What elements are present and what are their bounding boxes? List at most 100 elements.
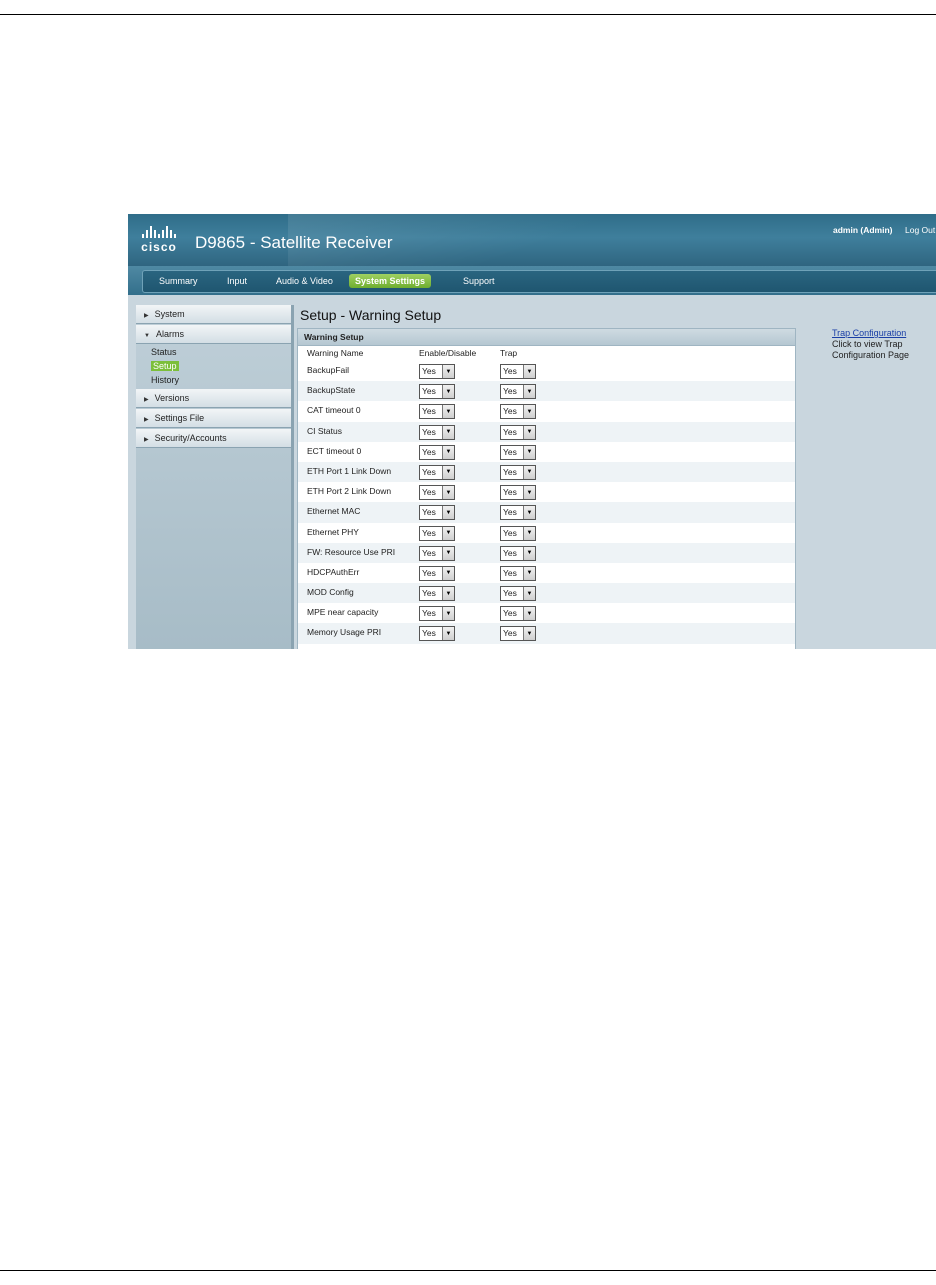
trap-select[interactable]: Yes ▼ (500, 586, 536, 602)
trap-configuration-link[interactable]: Trap Configuration (832, 328, 906, 338)
warning-name: BackupState (307, 385, 356, 396)
sidebar-item-system[interactable]: ▶ System (136, 305, 291, 324)
enable-value: Yes (422, 628, 436, 639)
enable-select[interactable]: Yes ▼ (419, 606, 455, 622)
trap-select[interactable]: Yes ▼ (500, 384, 536, 400)
trap-value: Yes (503, 487, 517, 498)
enable-select[interactable]: Yes ▼ (419, 424, 455, 440)
enable-select[interactable]: Yes ▼ (419, 444, 455, 460)
table-row: MOD Config Yes ▼ Yes ▼ (298, 583, 795, 604)
trap-select[interactable]: Yes ▼ (500, 404, 536, 420)
sidebar-item-versions[interactable]: ▶ Versions (136, 389, 291, 408)
enable-select[interactable]: Yes ▼ (419, 384, 455, 400)
sidebar-item-settings-file[interactable]: ▶ Settings File (136, 409, 291, 428)
trap-select[interactable]: Yes ▼ (500, 424, 536, 440)
trap-select[interactable]: Yes ▼ (500, 364, 536, 379)
trap-select[interactable]: Yes ▼ (500, 444, 536, 460)
app-header: cisco D9865 - Satellite Receiver admin (… (128, 214, 936, 266)
trap-value: Yes (503, 507, 517, 518)
trap-select[interactable]: Yes ▼ (500, 525, 536, 541)
logout-link[interactable]: Log Out (905, 225, 935, 235)
tab-system-settings[interactable]: System Settings (349, 274, 432, 288)
trap-value: Yes (503, 527, 517, 538)
enable-value: Yes (422, 366, 436, 376)
enable-select[interactable]: Yes ▼ (419, 545, 455, 561)
sidebar-item-security-accounts[interactable]: ▶ Security/Accounts (136, 429, 291, 448)
enable-select[interactable]: Yes ▼ (419, 525, 455, 541)
enable-select[interactable]: Yes ▼ (419, 464, 455, 480)
chevron-right-icon: ▶ (144, 313, 149, 319)
sidebar-subitem-setup[interactable]: Setup (136, 359, 291, 373)
table-header: Warning Name Enable/Disable Trap (298, 346, 795, 361)
chevron-down-icon: ▼ (523, 506, 535, 520)
chevron-down-icon: ▼ (523, 546, 535, 560)
chevron-down-icon: ▼ (442, 486, 454, 500)
warning-name: MOD Config (307, 587, 354, 598)
table-row: Ethernet PHY Yes ▼ Yes ▼ (298, 523, 795, 543)
chevron-down-icon: ▼ (442, 405, 454, 419)
enable-select[interactable]: Yes ▼ (419, 565, 455, 581)
trap-value: Yes (503, 366, 517, 376)
chevron-down-icon: ▼ (442, 627, 454, 641)
enable-select[interactable]: Yes ▼ (419, 485, 455, 501)
table-row: FW: Resource Use PRI Yes ▼ Yes ▼ (298, 542, 795, 563)
chevron-down-icon: ▼ (442, 425, 454, 439)
table-row: ECT timeout 0 Yes ▼ Yes ▼ (298, 442, 795, 462)
column-header-warning-name: Warning Name (307, 348, 364, 358)
column-header-enable-disable: Enable/Disable (419, 348, 477, 358)
enable-value: Yes (422, 466, 436, 477)
warning-name: FW: Resource Use PRI (307, 546, 396, 557)
tab-summary[interactable]: Summary (153, 274, 204, 288)
trap-select[interactable]: Yes ▼ (500, 505, 536, 521)
trap-value: Yes (503, 628, 517, 639)
enable-select[interactable]: Yes ▼ (419, 505, 455, 521)
trap-value: Yes (503, 547, 517, 558)
warning-name: HDCPAuthErr (307, 566, 360, 577)
chevron-down-icon: ▼ (442, 465, 454, 479)
page-top-rule (0, 14, 936, 15)
enable-value: Yes (422, 527, 436, 538)
trap-select[interactable]: Yes ▼ (500, 626, 536, 642)
chevron-down-icon: ▼ (442, 506, 454, 520)
tab-input[interactable]: Input (221, 274, 253, 288)
trap-select[interactable]: Yes ▼ (500, 464, 536, 480)
trap-select[interactable]: Yes ▼ (500, 485, 536, 501)
chevron-down-icon: ▼ (442, 546, 454, 560)
enable-select[interactable]: Yes ▼ (419, 364, 455, 379)
sidebar-splitter[interactable] (291, 305, 294, 649)
app-title: D9865 - Satellite Receiver (195, 233, 393, 252)
screenshot-window: cisco D9865 - Satellite Receiver admin (… (128, 214, 936, 649)
trap-value: Yes (503, 608, 517, 619)
trap-select[interactable]: Yes ▼ (500, 545, 536, 561)
chevron-down-icon: ▼ (523, 587, 535, 601)
enable-value: Yes (422, 588, 436, 599)
chevron-down-icon: ▼ (442, 566, 454, 580)
trap-value: Yes (503, 588, 517, 599)
chevron-down-icon: ▼ (523, 607, 535, 621)
sidebar-subitem-status[interactable]: Status (136, 345, 291, 359)
enable-value: Yes (422, 608, 436, 619)
trap-value: Yes (503, 466, 517, 477)
sidebar-item-alarms[interactable]: ▼ Alarms (136, 325, 291, 344)
enable-value: Yes (422, 446, 436, 457)
table-row: CAT timeout 0 Yes ▼ Yes ▼ (298, 401, 795, 421)
enable-select[interactable]: Yes ▼ (419, 404, 455, 420)
table-row: CI Status Yes ▼ Yes ▼ (298, 421, 795, 442)
sidebar-subitem-history[interactable]: History (136, 373, 291, 387)
sidebar: ▶ System ▼ Alarms Status Setup History ▶ Ve… (136, 305, 291, 649)
main-nav: Summary Input Audio & Video System Setti… (142, 270, 936, 293)
warning-name: ECT timeout 0 (307, 445, 362, 456)
warning-name: CAT timeout 0 (307, 405, 361, 416)
enable-select[interactable]: Yes ▼ (419, 626, 455, 642)
warning-name: Ethernet MAC (307, 506, 361, 517)
chevron-down-icon: ▼ (523, 445, 535, 459)
trap-value: Yes (503, 446, 517, 457)
enable-select[interactable]: Yes ▼ (419, 586, 455, 602)
warning-name: CI Status (307, 425, 342, 436)
tab-audio-video[interactable]: Audio & Video (270, 274, 339, 288)
trap-select[interactable]: Yes ▼ (500, 565, 536, 581)
tab-support[interactable]: Support (457, 274, 501, 288)
chevron-down-icon: ▼ (442, 445, 454, 459)
trap-select[interactable]: Yes ▼ (500, 606, 536, 622)
column-header-trap: Trap (500, 348, 518, 358)
